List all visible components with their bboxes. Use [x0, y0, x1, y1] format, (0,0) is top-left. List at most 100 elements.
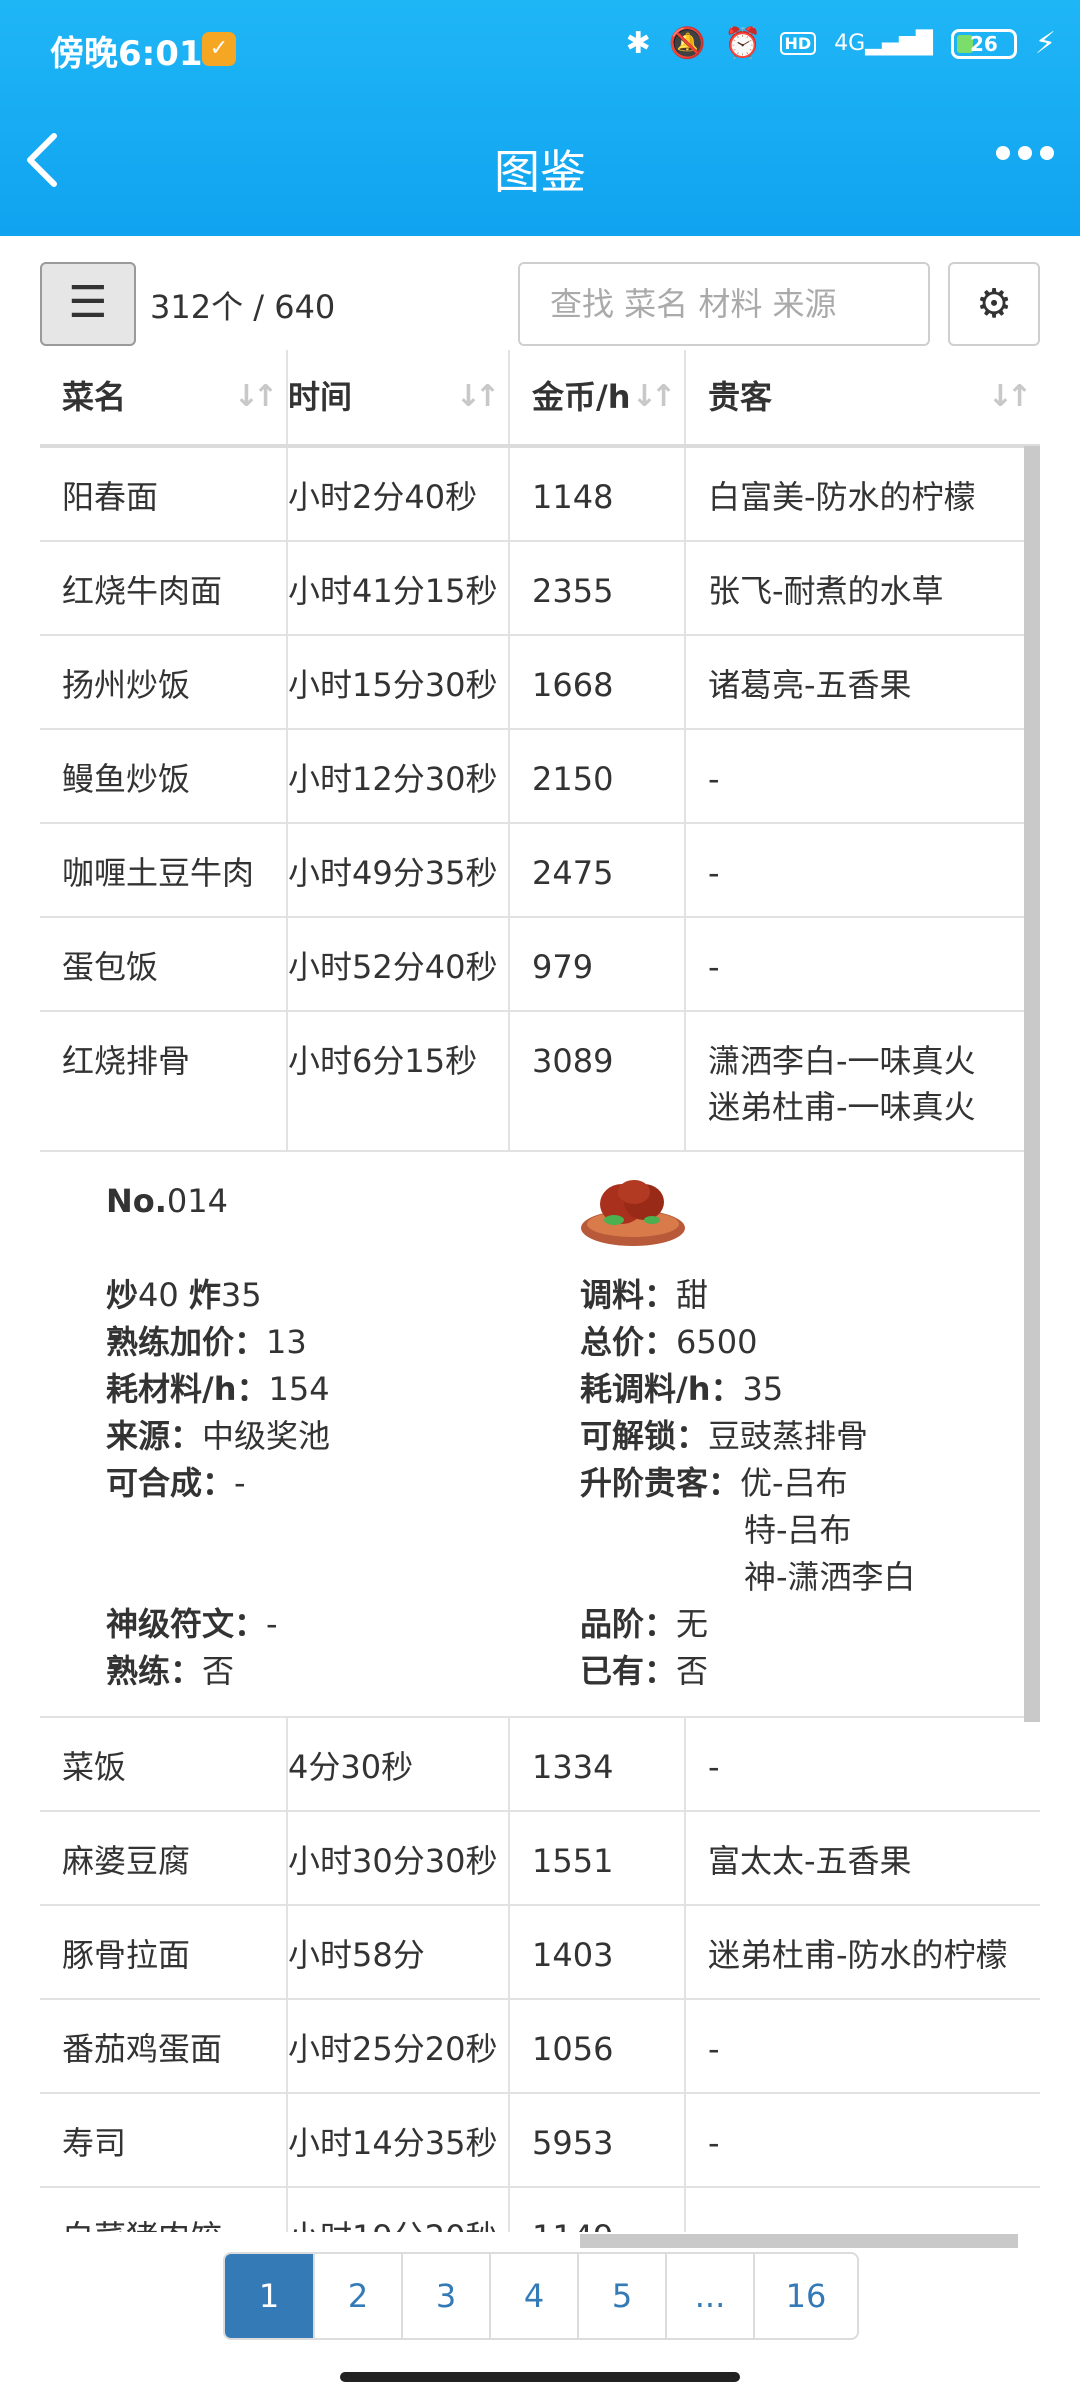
detail-field: 耗材料/h：154 — [106, 1370, 330, 1408]
column-header-name[interactable]: 菜名 ↓↑ — [40, 350, 286, 444]
cell-gold: 3089 — [508, 1012, 684, 1150]
sort-icon: ↓↑ — [233, 379, 278, 414]
cell-guest: 迷弟杜甫-防水的柠檬 — [684, 1906, 1040, 1998]
detail-field: 总价：6500 — [580, 1323, 758, 1361]
cell-gold: 1149 — [508, 2188, 684, 2232]
detail-field: 熟练加价：13 — [106, 1323, 307, 1361]
home-indicator[interactable] — [340, 2372, 740, 2382]
cell-guest: 富太太-五香果 — [684, 1812, 1040, 1904]
cell-time: 4分30秒 — [286, 1718, 508, 1810]
page-button-5[interactable]: 5 — [577, 2254, 665, 2338]
recipe-number: No.014 — [106, 1182, 228, 1220]
cell-guest: - — [684, 2094, 1040, 2186]
horizontal-scrollbar[interactable] — [580, 2234, 1018, 2248]
signal-icon: 4G▂▄▆█ — [834, 31, 933, 56]
detail-field: 来源：中级奖池 — [106, 1417, 331, 1455]
mute-icon: 🔕 — [668, 26, 707, 61]
settings-button[interactable]: ⚙ — [948, 262, 1040, 346]
cell-guest: - — [684, 824, 1040, 916]
cell-guest: 张飞-耐煮的水草 — [684, 542, 1040, 634]
table-row[interactable]: 咖喱土豆牛肉 小时49分35秒 2475 - — [40, 824, 1040, 918]
charging-icon: ⚡ — [1034, 26, 1056, 61]
status-bar: 傍晚6:01 ✓ ✱ 🔕 ⏰ HD 4G▂▄▆█ 26 ⚡ — [0, 0, 1080, 96]
sort-icon: ↓↑ — [631, 379, 676, 414]
table-row[interactable]: 蛋包饭 小时52分40秒 979 - — [40, 918, 1040, 1012]
page-title: 图鉴 — [494, 145, 586, 199]
detail-left-column: No.014 炒40 炸35 熟练加价：13 耗材料/h：154 来源：中级奖池… — [106, 1178, 546, 1695]
table-row-expanded[interactable]: 红烧排骨 小时6分15秒 3089 潇洒李白-一味真火 迷弟杜甫-一味真火 — [40, 1012, 1040, 1152]
page-button-1[interactable]: 1 — [225, 2254, 313, 2338]
table-row[interactable]: 菜饭 4分30秒 1334 - — [40, 1718, 1040, 1812]
table-row[interactable]: 寿司 小时14分35秒 5953 - — [40, 2094, 1040, 2188]
table-row[interactable]: 扬州炒饭 小时15分30秒 1668 诸葛亮-五香果 — [40, 636, 1040, 730]
cell-name: 红烧牛肉面 — [62, 572, 223, 610]
table-row[interactable]: 番茄鸡蛋面 小时25分20秒 1056 - — [40, 2000, 1040, 2094]
cell-name: 鳗鱼炒饭 — [62, 760, 191, 798]
search-input[interactable]: 查找 菜名 材料 来源 — [518, 262, 930, 346]
detail-field: 品阶：无 — [580, 1605, 709, 1643]
detail-right-column: 调料：甜 总价：6500 耗调料/h：35 可解锁：豆豉蒸排骨 升阶贵客：优-吕… — [580, 1178, 1020, 1695]
table-row[interactable]: 红烧牛肉面 小时41分15秒 2355 张飞-耐煮的水草 — [40, 542, 1040, 636]
page-button-2[interactable]: 2 — [313, 2254, 401, 2338]
column-header-gold[interactable]: 金币/h ↓↑ — [508, 350, 684, 444]
dot-icon — [996, 146, 1010, 160]
cell-name: 菜饭 — [62, 1748, 127, 1786]
recipe-skills: 炒40 炸35 — [106, 1276, 262, 1314]
cell-time: 小时14分35秒 — [286, 2094, 508, 2186]
app-header: 傍晚6:01 ✓ ✱ 🔕 ⏰ HD 4G▂▄▆█ 26 ⚡ 图鉴 — [0, 0, 1080, 236]
cell-time: 小时12分30秒 — [286, 730, 508, 822]
gear-icon: ⚙ — [976, 281, 1012, 327]
cell-name: 番茄鸡蛋面 — [62, 2030, 223, 2068]
cell-gold: 2475 — [508, 824, 684, 916]
cell-time: 小时25分20秒 — [286, 2000, 508, 2092]
vertical-scrollbar[interactable] — [1024, 446, 1040, 1722]
nav-bar: 图鉴 — [0, 110, 1080, 220]
detail-field: 已有：否 — [580, 1652, 709, 1690]
recipe-table: 菜名 ↓↑ 时间 ↓↑ 金币/h ↓↑ 贵客 ↓↑ 阳春面 小时2分40秒 1148 白… — [40, 350, 1040, 2232]
cell-guest: - — [684, 2000, 1040, 2092]
cell-guest: 诸葛亮-五香果 — [684, 636, 1040, 728]
detail-field: 耗调料/h：35 — [580, 1370, 784, 1408]
more-menu-button[interactable] — [996, 146, 1054, 160]
menu-button[interactable]: ☰ — [40, 262, 136, 346]
cell-gold: 2355 — [508, 542, 684, 634]
cell-name: 豚骨拉面 — [62, 1936, 191, 1974]
cell-guest: - — [684, 730, 1040, 822]
status-time: 傍晚6:01 — [50, 34, 203, 74]
cell-time: 小时49分35秒 — [286, 824, 508, 916]
table-row[interactable]: 麻婆豆腐 小时30分30秒 1551 富太太-五香果 — [40, 1812, 1040, 1906]
page-button-4[interactable]: 4 — [489, 2254, 577, 2338]
bluetooth-icon: ✱ — [625, 26, 651, 61]
cell-time: 小时52分40秒 — [286, 918, 508, 1010]
column-header-guest[interactable]: 贵客 ↓↑ — [684, 350, 1040, 444]
cell-name: 阳春面 — [62, 478, 159, 516]
cell-guest: - — [684, 918, 1040, 1010]
pagination: 1 2 3 4 5 ... 16 — [223, 2252, 859, 2340]
dot-icon — [1018, 146, 1032, 160]
hd-icon: HD — [779, 32, 817, 55]
cell-time: 小时30分30秒 — [286, 1812, 508, 1904]
page-button-last[interactable]: 16 — [753, 2254, 857, 2338]
column-header-time[interactable]: 时间 ↓↑ — [286, 350, 508, 444]
cell-time: 小时2分40秒 — [286, 448, 508, 540]
detail-field: 熟练：否 — [106, 1652, 235, 1690]
hamburger-icon: ☰ — [68, 277, 108, 328]
cell-name: 扬州炒饭 — [62, 666, 191, 704]
recipe-detail-panel: No.014 炒40 炸35 熟练加价：13 耗材料/h：154 来源：中级奖池… — [40, 1152, 1040, 1718]
cell-gold: 1403 — [508, 1906, 684, 1998]
table-header: 菜名 ↓↑ 时间 ↓↑ 金币/h ↓↑ 贵客 ↓↑ — [40, 350, 1040, 448]
cell-gold: 1056 — [508, 2000, 684, 2092]
result-count: 312个 / 640 — [150, 288, 336, 326]
table-row[interactable]: 鳗鱼炒饭 小时12分30秒 2150 - — [40, 730, 1040, 824]
table-row[interactable]: 豚骨拉面 小时58分 1403 迷弟杜甫-防水的柠檬 — [40, 1906, 1040, 2000]
cell-gold: 979 — [508, 918, 684, 1010]
cell-time: 小时41分15秒 — [286, 542, 508, 634]
sort-icon: ↓↑ — [455, 379, 500, 414]
table-row[interactable]: 白菜猪肉饺 小时19分20秒 1149 — [40, 2188, 1040, 2232]
toolbar: ☰ 312个 / 640 查找 菜名 材料 来源 ⚙ — [0, 262, 1080, 346]
cell-gold: 5953 — [508, 2094, 684, 2186]
table-row[interactable]: 阳春面 小时2分40秒 1148 白富美-防水的柠檬 — [40, 448, 1040, 542]
detail-field: 可解锁：豆豉蒸排骨 — [580, 1417, 869, 1455]
alarm-icon: ⏰ — [724, 26, 762, 61]
page-button-3[interactable]: 3 — [401, 2254, 489, 2338]
